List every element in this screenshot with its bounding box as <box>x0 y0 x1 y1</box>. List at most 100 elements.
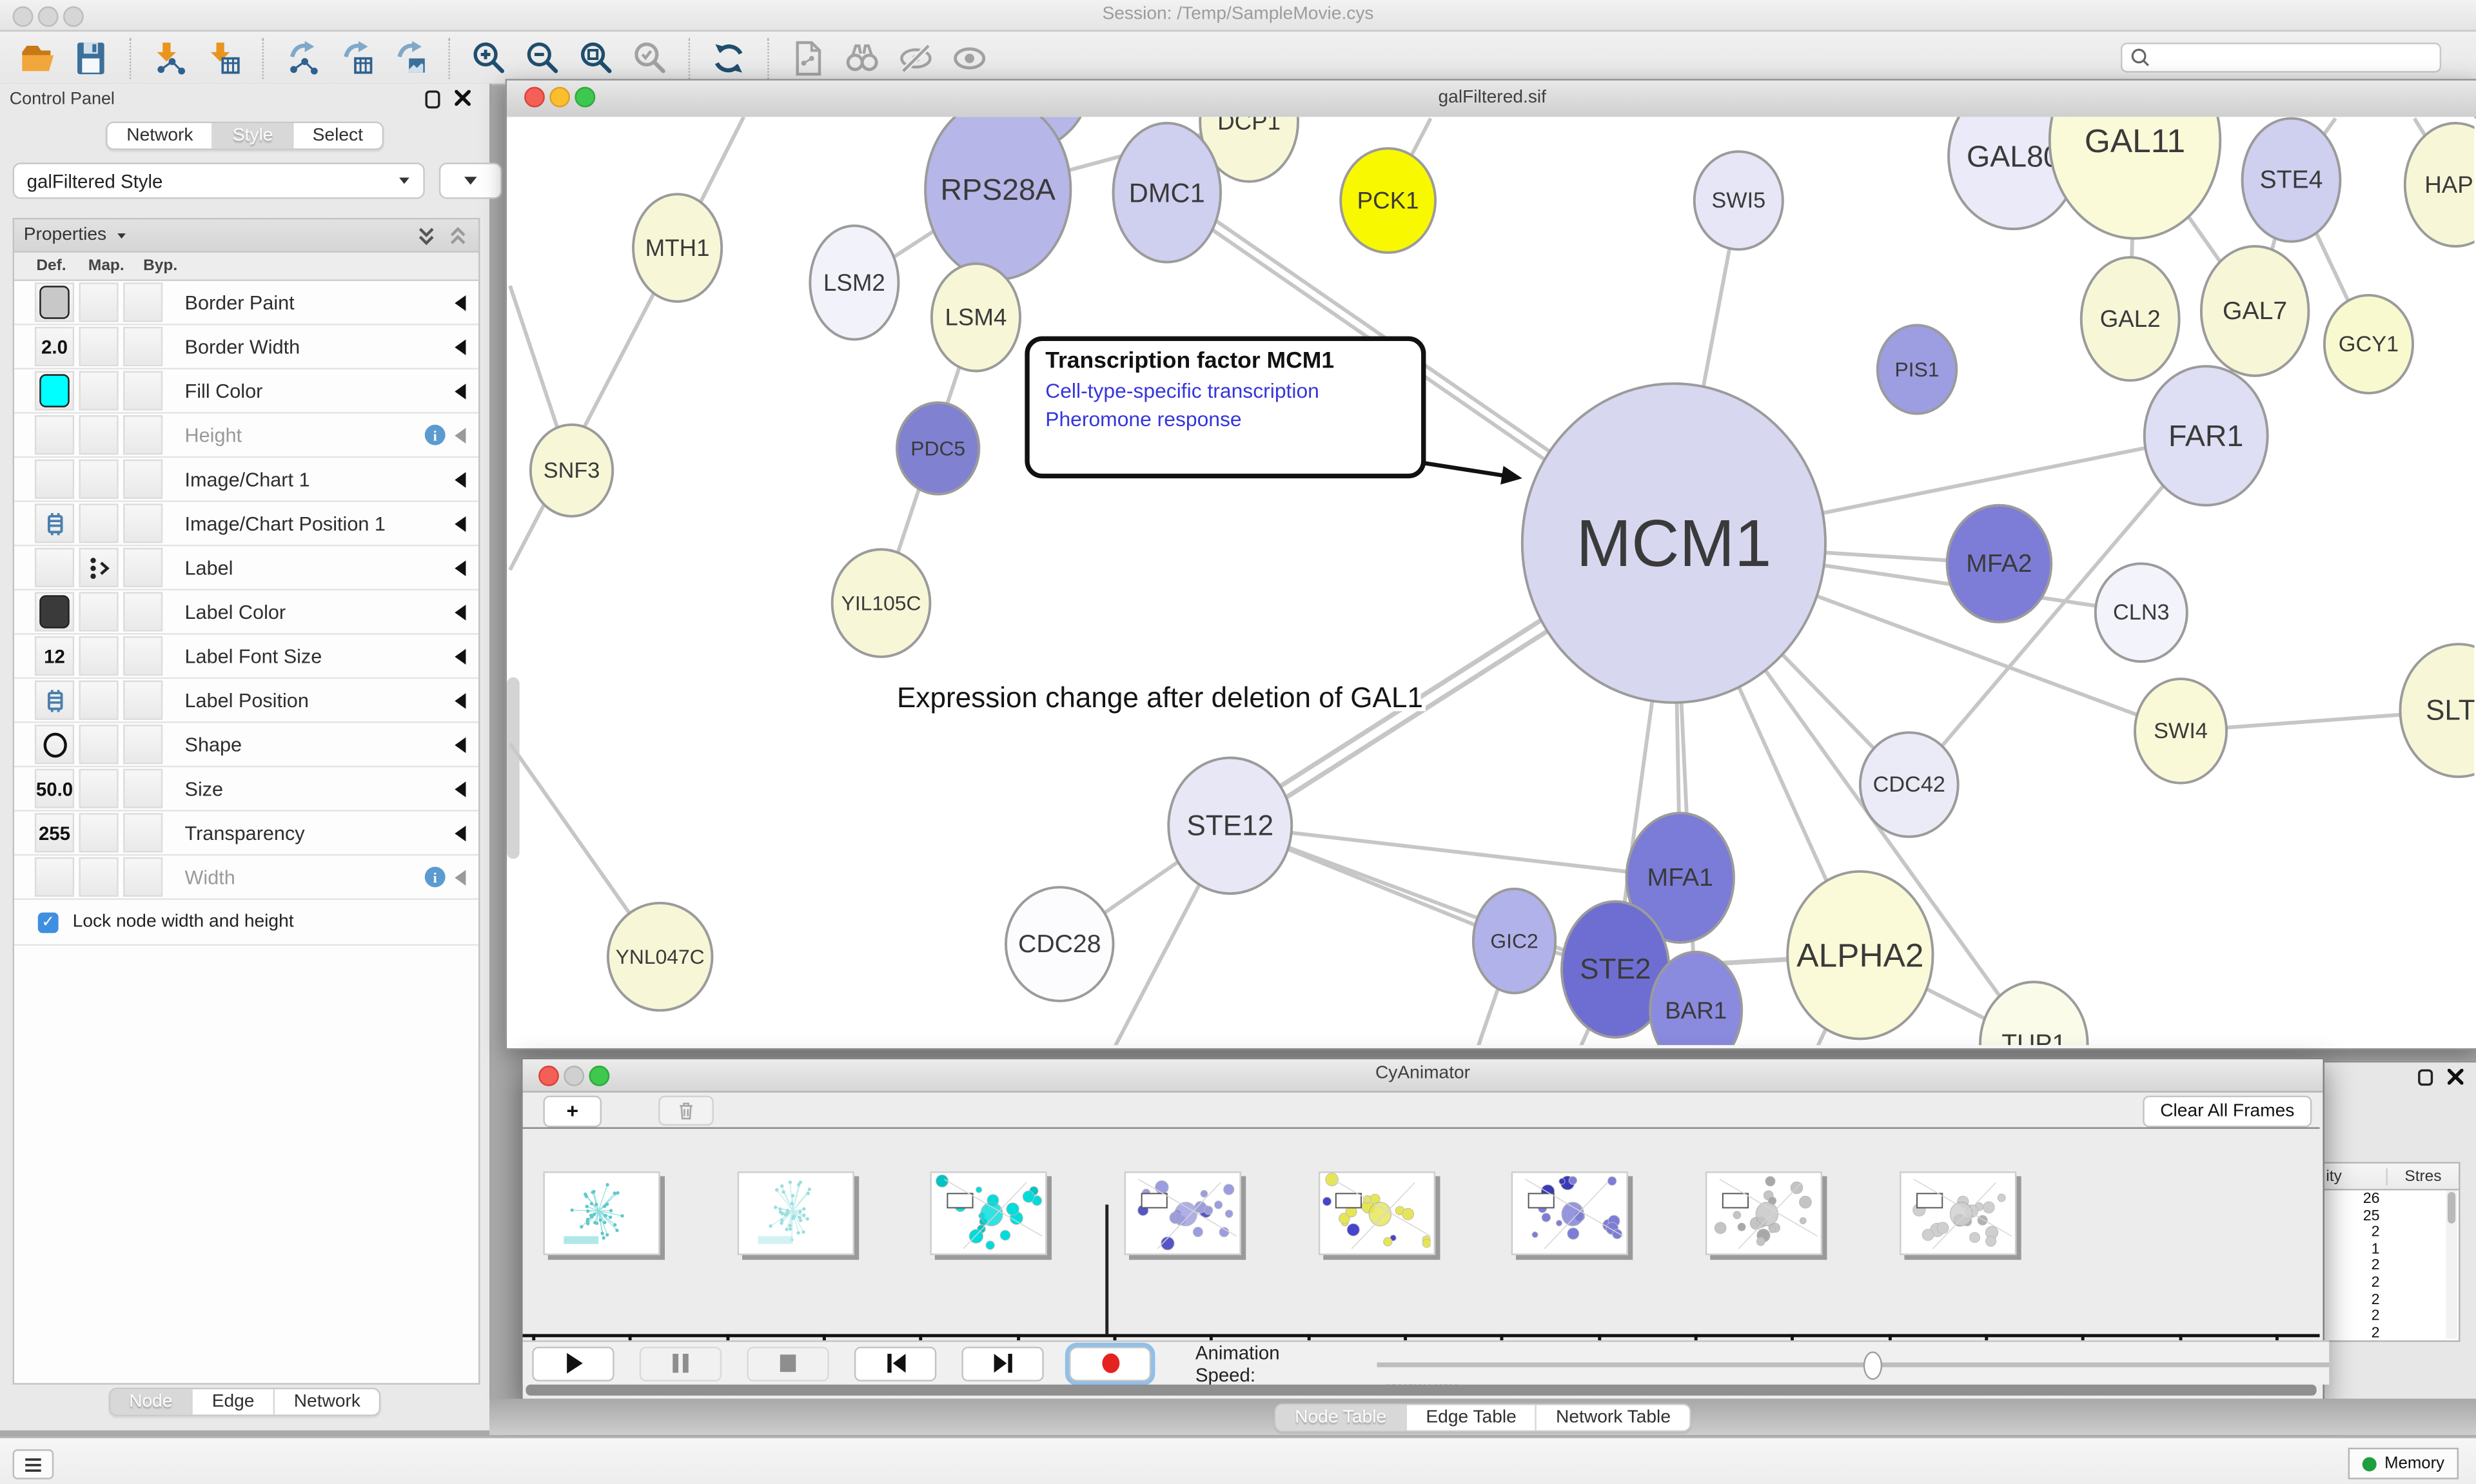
float-window-icon[interactable] <box>2417 1069 2433 1086</box>
search-input[interactable] <box>2121 43 2441 73</box>
property-row-image-chart-1[interactable]: Image/Chart 1 <box>14 458 478 502</box>
network-node-mth1[interactable]: MTH1 <box>633 194 722 302</box>
property-def-cell[interactable]: 12 <box>35 636 74 676</box>
network-node-cdc42[interactable]: CDC42 <box>1860 732 1958 837</box>
property-byp-cell[interactable] <box>123 857 162 897</box>
property-byp-cell[interactable] <box>123 327 162 366</box>
network-node-alpha2[interactable]: ALPHA2 <box>1787 872 1932 1039</box>
property-byp-cell[interactable] <box>123 548 162 587</box>
table-cell-value[interactable]: 2 <box>2323 1324 2459 1341</box>
property-byp-cell[interactable] <box>123 681 162 720</box>
property-def-cell[interactable] <box>35 460 74 499</box>
tab-network[interactable]: Network <box>108 123 214 148</box>
info-icon[interactable]: i <box>425 425 446 445</box>
network-node-rps28a[interactable]: RPS28A <box>925 117 1070 279</box>
frame-thumbnail-3[interactable] <box>1125 1171 1241 1255</box>
export-image-icon[interactable] <box>390 37 431 79</box>
style-options-button[interactable] <box>439 162 502 199</box>
timeline[interactable]: 0123456789 Seconds <box>523 1128 2320 1342</box>
float-window-icon[interactable] <box>425 90 442 109</box>
tab-node[interactable]: Node <box>110 1389 193 1414</box>
annotation-link[interactable]: Pheromone response <box>1045 407 1405 431</box>
property-byp-cell[interactable] <box>123 460 162 499</box>
network-node-mcm1[interactable]: MCM1 <box>1522 384 1825 703</box>
tab-node-table[interactable]: Node Table <box>1276 1404 1407 1429</box>
network-node-dmc1[interactable]: DMC1 <box>1114 123 1221 262</box>
property-def-cell[interactable] <box>35 548 74 587</box>
network-node-lsm2[interactable]: LSM2 <box>810 226 898 339</box>
network-canvas[interactable]: RPS28BDCP1RPS28ADMC1PCK1SWI5GAL80GAL11ST… <box>507 117 2474 1045</box>
network-node-mfa2[interactable]: MFA2 <box>1947 505 2052 622</box>
property-byp-cell[interactable] <box>123 592 162 631</box>
add-frame-button[interactable]: + <box>543 1095 602 1126</box>
expand-row-icon[interactable] <box>455 736 466 752</box>
network-node-cln3[interactable]: CLN3 <box>2096 563 2187 661</box>
property-map-cell[interactable] <box>79 548 118 587</box>
expand-row-icon[interactable] <box>455 869 466 884</box>
import-network-icon[interactable] <box>150 37 192 79</box>
property-map-cell[interactable] <box>79 503 118 543</box>
property-byp-cell[interactable] <box>123 813 162 852</box>
canvas-scrollbar[interactable] <box>507 678 520 859</box>
horizontal-scrollbar[interactable] <box>526 1385 2317 1396</box>
property-row-border-paint[interactable]: Border Paint <box>14 281 478 326</box>
network-node-ynl047c[interactable]: YNL047C <box>608 903 712 1011</box>
expand-row-icon[interactable] <box>455 781 466 796</box>
network-node-ste12[interactable]: STE12 <box>1168 758 1292 894</box>
network-node-hap2[interactable]: HAP2 <box>2405 123 2475 246</box>
frame-thumbnail-4[interactable] <box>1318 1171 1435 1255</box>
table-cell-value[interactable]: 2 <box>2323 1224 2459 1240</box>
expand-row-icon[interactable] <box>455 338 466 354</box>
tab-select[interactable]: Select <box>293 123 382 148</box>
property-map-cell[interactable] <box>79 460 118 499</box>
property-row-label[interactable]: Label <box>14 546 478 591</box>
property-map-cell[interactable] <box>79 371 118 411</box>
table-scrollbar[interactable] <box>2446 1191 2457 1339</box>
frame-thumbnail-0[interactable] <box>543 1171 660 1255</box>
style-select[interactable]: galFiltered Style <box>13 162 425 199</box>
network-node-gal7[interactable]: GAL7 <box>2201 246 2309 376</box>
network-node-swi5[interactable]: SWI5 <box>1695 151 1783 249</box>
eye-slash-icon[interactable] <box>896 37 937 79</box>
expand-row-icon[interactable] <box>455 471 466 487</box>
task-history-button[interactable] <box>13 1449 54 1479</box>
info-icon[interactable]: i <box>425 866 446 887</box>
frame-thumbnail-1[interactable] <box>737 1171 854 1255</box>
properties-header[interactable]: Properties <box>14 219 478 252</box>
property-def-cell[interactable] <box>35 503 74 543</box>
page-icon[interactable] <box>788 37 829 79</box>
property-row-height[interactable]: Heighti <box>14 414 478 458</box>
property-def-cell[interactable] <box>35 725 74 764</box>
property-def-cell[interactable] <box>35 371 74 411</box>
table-cell-value[interactable]: 25 <box>2323 1207 2459 1224</box>
zoom-out-icon[interactable] <box>523 37 564 79</box>
property-map-cell[interactable] <box>79 415 118 454</box>
table-cell-value[interactable]: 2 <box>2323 1291 2459 1307</box>
property-map-cell[interactable] <box>79 725 118 764</box>
property-row-size[interactable]: 50.0Size <box>14 767 478 812</box>
property-map-cell[interactable] <box>79 282 118 322</box>
network-node-gic2[interactable]: GIC2 <box>1473 889 1555 993</box>
property-map-cell[interactable] <box>79 813 118 852</box>
frame-thumbnail-5[interactable] <box>1512 1171 1629 1255</box>
tab-edge[interactable]: Edge <box>193 1389 275 1414</box>
zoom-fit-icon[interactable] <box>576 37 618 79</box>
collapse-all-icon[interactable] <box>447 225 469 246</box>
slider-thumb[interactable] <box>1863 1351 1882 1379</box>
expand-row-icon[interactable] <box>455 648 466 663</box>
annotation-box[interactable]: Transcription factor MCM1 Cell-type-spec… <box>1025 337 1426 478</box>
frame-thumbnail-7[interactable] <box>1899 1171 2016 1255</box>
property-byp-cell[interactable] <box>123 636 162 676</box>
property-row-transparency[interactable]: 255Transparency <box>14 812 478 856</box>
save-session-icon[interactable] <box>71 37 112 79</box>
animation-speed-slider[interactable] <box>1377 1351 2329 1376</box>
property-def-cell[interactable] <box>35 681 74 720</box>
property-byp-cell[interactable] <box>123 282 162 322</box>
property-byp-cell[interactable] <box>123 503 162 543</box>
expand-row-icon[interactable] <box>455 427 466 442</box>
binoculars-icon[interactable] <box>841 37 883 79</box>
property-def-cell[interactable]: 255 <box>35 813 74 852</box>
property-byp-cell[interactable] <box>123 725 162 764</box>
eye-icon[interactable] <box>949 37 990 79</box>
network-window-titlebar[interactable]: galFiltered.sif <box>507 81 2476 119</box>
